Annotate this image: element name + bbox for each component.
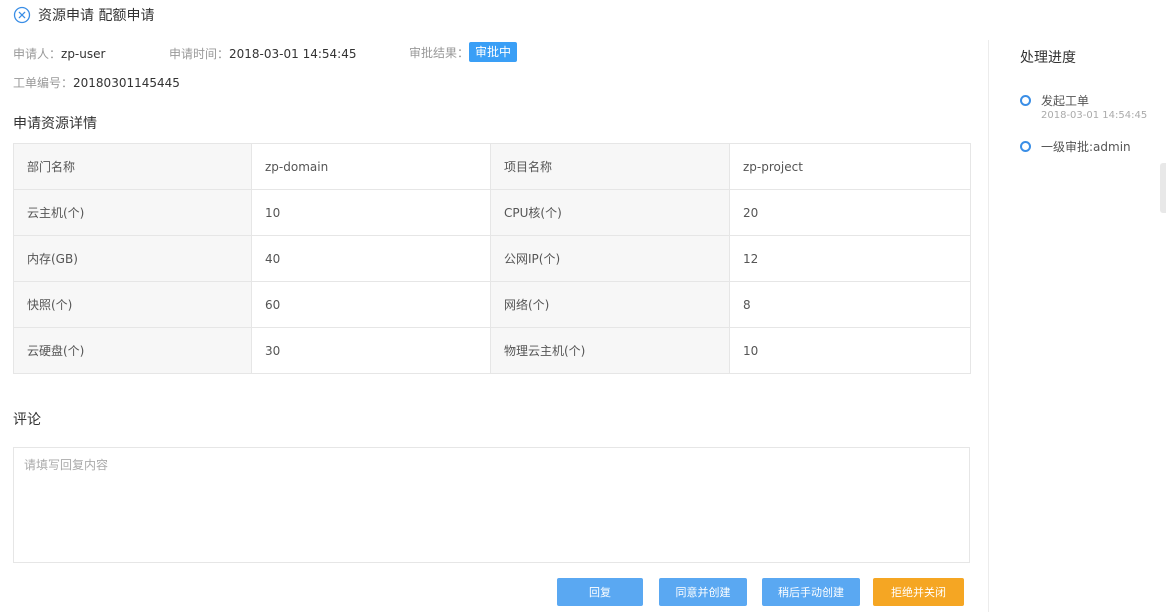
apply-time-label: 申请时间： — [169, 47, 230, 61]
table-row: 内存(GB) 40 公网IP(个) 12 — [13, 235, 971, 282]
applicant-info: 申请人：zp-user — [13, 45, 105, 62]
table-cell-label: 部门名称 — [13, 143, 252, 190]
close-circle-icon[interactable] — [13, 6, 31, 24]
table-row: 快照(个) 60 网络(个) 8 — [13, 281, 971, 328]
table-row: 云主机(个) 10 CPU核(个) 20 — [13, 189, 971, 236]
page-title: 资源申请 配额申请 — [38, 8, 155, 24]
panel-divider — [988, 40, 989, 612]
apply-time-info: 申请时间：2018-03-01 14:54:45 — [169, 45, 356, 62]
order-number-info: 工单编号：20180301145445 — [13, 74, 180, 91]
status-badge: 审批中 — [469, 42, 518, 62]
manual-create-later-button[interactable]: 稍后手动创建 — [762, 578, 860, 606]
table-cell-value: 20 — [729, 189, 971, 236]
comment-input[interactable] — [13, 447, 970, 563]
step-label-first-approval: 一级审批:admin — [1041, 140, 1131, 154]
table-row: 云硬盘(个) 30 物理云主机(个) 10 — [13, 327, 971, 374]
table-cell-label: 物理云主机(个) — [490, 327, 730, 374]
table-cell-value: 10 — [251, 189, 491, 236]
circle-outline-icon — [1020, 95, 1031, 106]
table-cell-label: 网络(个) — [490, 281, 730, 328]
table-cell-value: 60 — [251, 281, 491, 328]
table-cell-value: 8 — [729, 281, 971, 328]
table-cell-value: 40 — [251, 235, 491, 282]
apply-time-value: 2018-03-01 14:54:45 — [229, 47, 357, 61]
table-cell-value: 30 — [251, 327, 491, 374]
table-cell-label: 云主机(个) — [13, 189, 252, 236]
reject-close-button[interactable]: 拒绝并关闭 — [873, 578, 964, 606]
applicant-label: 申请人： — [13, 47, 62, 61]
page-header: 资源申请 配额申请 — [13, 4, 154, 26]
order-number-value: 20180301145445 — [73, 76, 180, 90]
approval-result-info: 审批结果： 审批中 — [409, 42, 518, 62]
order-number-label: 工单编号： — [13, 76, 74, 90]
table-cell-label: 项目名称 — [490, 143, 730, 190]
table-cell-value: zp-project — [729, 143, 971, 190]
resource-detail-table: 部门名称 zp-domain 项目名称 zp-project 云主机(个) 10… — [13, 143, 971, 374]
details-section-title: 申请资源详情 — [13, 116, 97, 132]
approval-result-label: 审批结果： — [409, 45, 470, 60]
table-cell-value: 10 — [729, 327, 971, 374]
table-cell-label: 快照(个) — [13, 281, 252, 328]
table-cell-label: 内存(GB) — [13, 235, 252, 282]
table-cell-value: zp-domain — [251, 143, 491, 190]
applicant-value: zp-user — [61, 47, 106, 61]
progress-title: 处理进度 — [1020, 50, 1076, 66]
table-cell-value: 12 — [729, 235, 971, 282]
step-time-initiate: 2018-03-01 14:54:45 — [1041, 110, 1148, 121]
step-label-initiate: 发起工单 — [1041, 94, 1090, 108]
approve-create-button[interactable]: 同意并创建 — [659, 578, 747, 606]
comment-section-title: 评论 — [13, 412, 41, 428]
table-cell-label: 公网IP(个) — [490, 235, 730, 282]
reply-button[interactable]: 回复 — [557, 578, 643, 606]
table-cell-label: 云硬盘(个) — [13, 327, 252, 374]
scrollbar-handle[interactable] — [1160, 163, 1166, 213]
table-row: 部门名称 zp-domain 项目名称 zp-project — [13, 143, 971, 190]
circle-outline-icon — [1020, 141, 1031, 152]
table-cell-label: CPU核(个) — [490, 189, 730, 236]
